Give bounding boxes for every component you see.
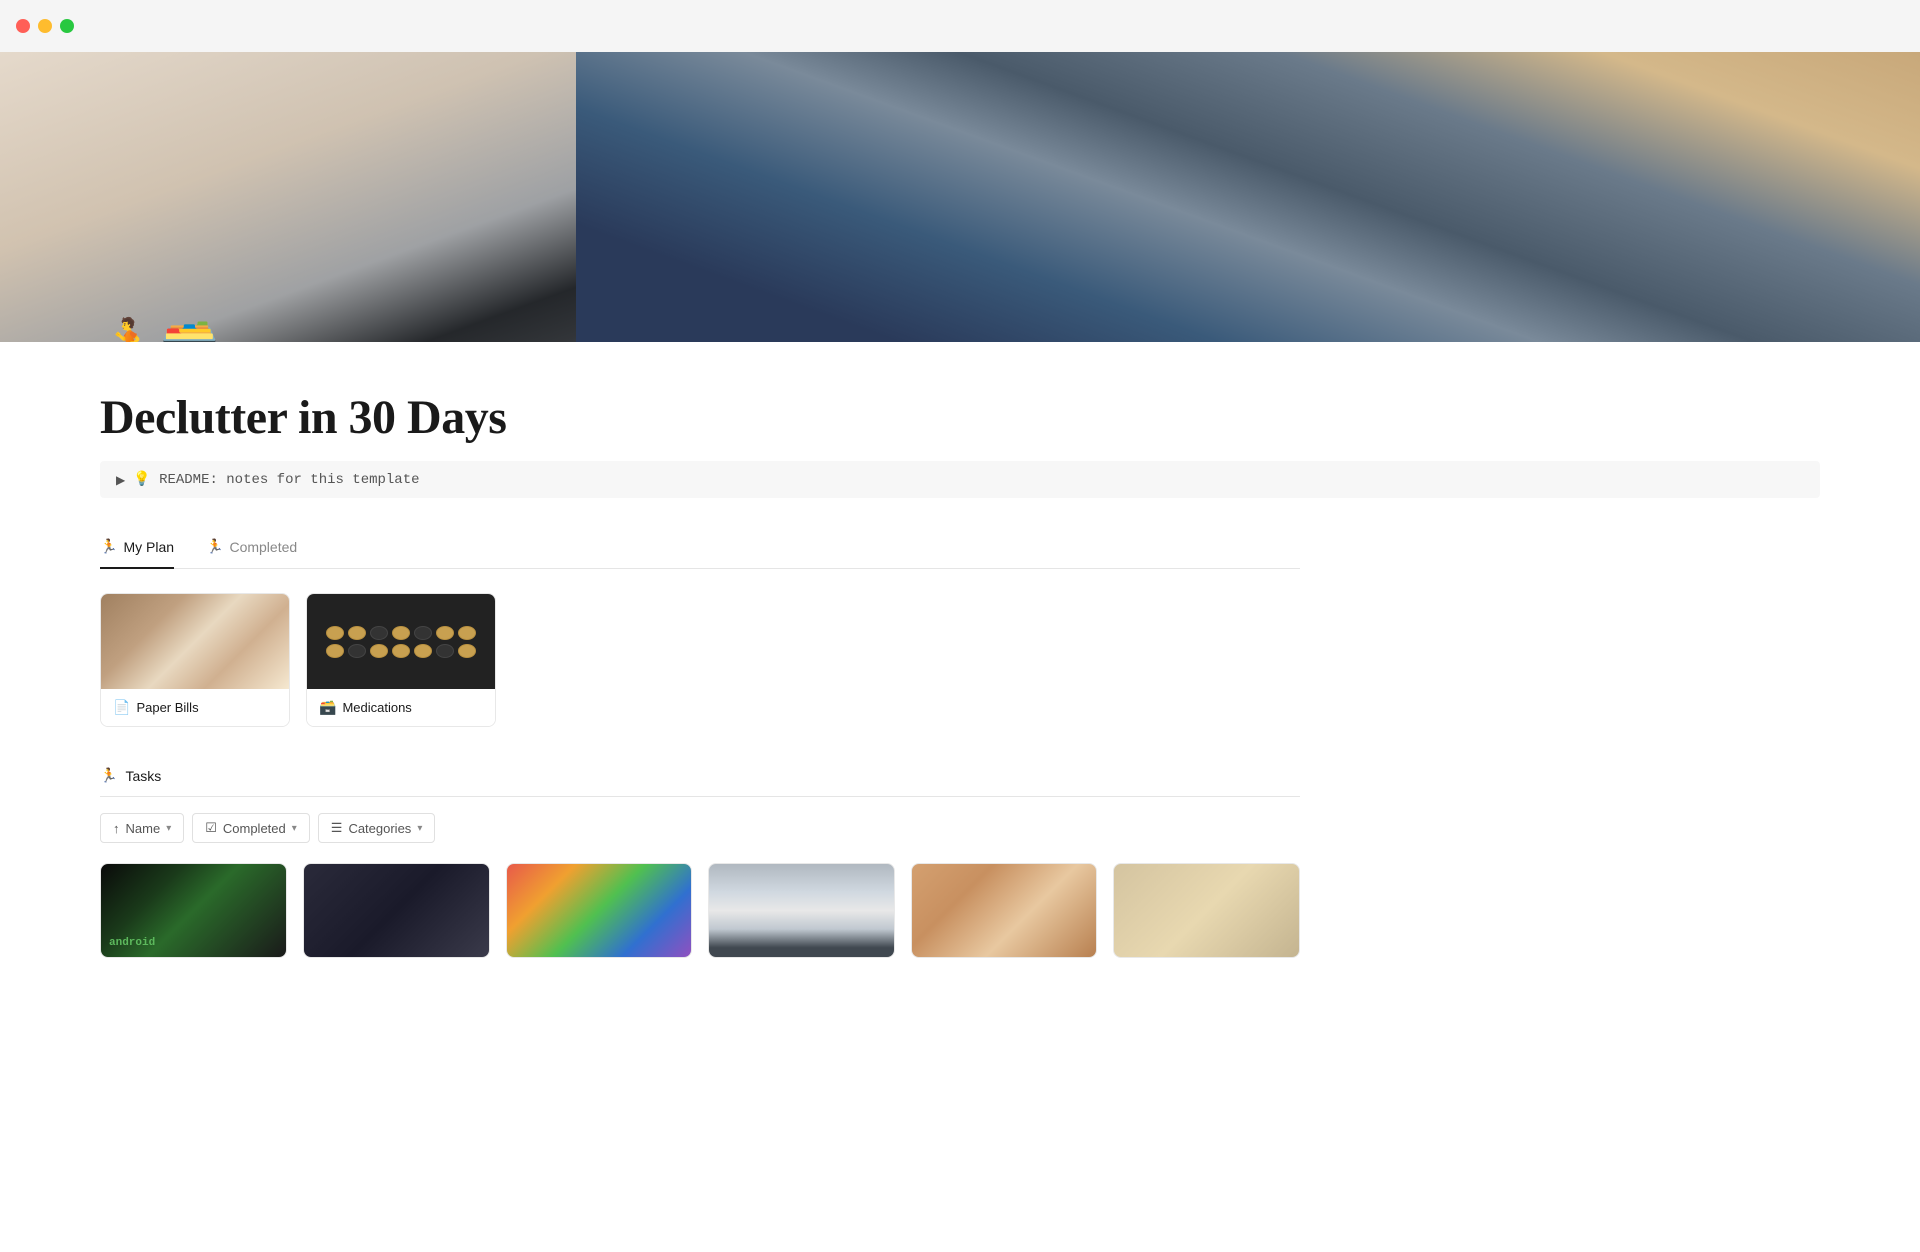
task-cards-row: android <box>100 863 1300 958</box>
filter-categories-icon: ☰ <box>331 820 343 836</box>
minimize-button[interactable] <box>38 19 52 33</box>
pill-8 <box>392 644 410 658</box>
filter-categories-arrow: ▾ <box>417 823 422 834</box>
tasks-section: 🏃 Tasks ↑ Name ▾ ☑ Completed ▾ ☰ Categor… <box>100 767 1300 958</box>
tabs-section: 🏃 My Plan 🏃 Completed 📄 Paper Bills <box>100 538 1300 727</box>
tab-completed-label: Completed <box>229 539 297 555</box>
page-icon: 🏃🗃️ <box>100 315 220 342</box>
readme-arrow: ▶ <box>116 473 125 487</box>
card-medications-emoji: 🗃️ <box>319 699 336 716</box>
tasks-section-icon: 🏃 <box>100 767 117 784</box>
pill-row-2 <box>348 626 366 658</box>
pill-row-6 <box>436 626 454 658</box>
pill-7 <box>392 626 410 640</box>
filter-categories-label: Categories <box>348 821 411 836</box>
filter-name-label: Name <box>126 821 161 836</box>
content-area: Declutter in 30 Days ▶ 💡 README: notes f… <box>0 342 1400 998</box>
pill-14 <box>458 644 476 658</box>
readme-text: 💡 README: notes for this template <box>133 471 419 488</box>
task-card-jewelry[interactable] <box>1113 863 1300 958</box>
pill-10 <box>414 644 432 658</box>
task-card-android-text: android <box>109 937 155 949</box>
tab-my-plan[interactable]: 🏃 My Plan <box>100 538 174 569</box>
tab-completed-icon: 🏃 <box>206 538 223 555</box>
pill-5 <box>370 626 388 640</box>
tab-my-plan-label: My Plan <box>123 539 174 555</box>
main-content: 🏃🗃️ Declutter in 30 Days ▶ 💡 README: not… <box>0 52 1920 998</box>
card-paper-bills[interactable]: 📄 Paper Bills <box>100 593 290 727</box>
task-card-dark1[interactable] <box>303 863 490 958</box>
pill-row-7 <box>458 626 476 658</box>
tasks-header-row: 🏃 Tasks <box>100 767 1300 797</box>
tab-completed[interactable]: 🏃 Completed <box>206 538 297 569</box>
pill-row-1 <box>326 626 344 658</box>
pill-2 <box>326 644 344 658</box>
tasks-title: Tasks <box>125 768 161 784</box>
card-medications-image <box>307 594 495 689</box>
card-paper-bills-label: 📄 Paper Bills <box>101 689 289 726</box>
pill-11 <box>436 626 454 640</box>
hero-image: 🏃🗃️ <box>0 52 1920 342</box>
card-medications-text: Medications <box>342 700 411 715</box>
filter-completed-arrow: ▾ <box>292 823 297 834</box>
hero-hands-overlay <box>576 52 1920 342</box>
task-card-android[interactable]: android <box>100 863 287 958</box>
filter-row: ↑ Name ▾ ☑ Completed ▾ ☰ Categories ▾ <box>100 813 1300 843</box>
pill-4 <box>348 644 366 658</box>
filter-name-icon: ↑ <box>113 821 120 836</box>
pill-6 <box>370 644 388 658</box>
maximize-button[interactable] <box>60 19 74 33</box>
pill-12 <box>436 644 454 658</box>
card-paper-bills-emoji: 📄 <box>113 699 130 716</box>
pill-row-5 <box>414 626 432 658</box>
filter-completed-label: Completed <box>223 821 286 836</box>
pill-1 <box>326 626 344 640</box>
pill-row-4 <box>392 626 410 658</box>
card-medications[interactable]: 🗃️ Medications <box>306 593 496 727</box>
task-card-colorful[interactable] <box>506 863 693 958</box>
filter-name[interactable]: ↑ Name ▾ <box>100 813 184 843</box>
card-medications-label: 🗃️ Medications <box>307 689 495 726</box>
pill-9 <box>414 626 432 640</box>
close-button[interactable] <box>16 19 30 33</box>
filter-name-arrow: ▾ <box>166 823 171 834</box>
task-card-car[interactable] <box>708 863 895 958</box>
page-title: Declutter in 30 Days <box>100 390 1300 445</box>
pill-3 <box>348 626 366 640</box>
readme-section[interactable]: ▶ 💡 README: notes for this template <box>100 461 1820 498</box>
pill-13 <box>458 626 476 640</box>
card-paper-bills-text: Paper Bills <box>136 700 198 715</box>
tab-my-plan-icon: 🏃 <box>100 538 117 555</box>
card-paper-bills-image <box>101 594 289 689</box>
filter-completed[interactable]: ☑ Completed ▾ <box>192 813 310 843</box>
pill-row-3 <box>370 626 388 658</box>
cards-grid: 📄 Paper Bills <box>100 593 1300 727</box>
tabs-header: 🏃 My Plan 🏃 Completed <box>100 538 1300 569</box>
title-bar <box>0 0 1920 52</box>
filter-categories[interactable]: ☰ Categories ▾ <box>318 813 436 843</box>
filter-completed-icon: ☑ <box>205 820 217 836</box>
task-card-wardrobe[interactable] <box>911 863 1098 958</box>
